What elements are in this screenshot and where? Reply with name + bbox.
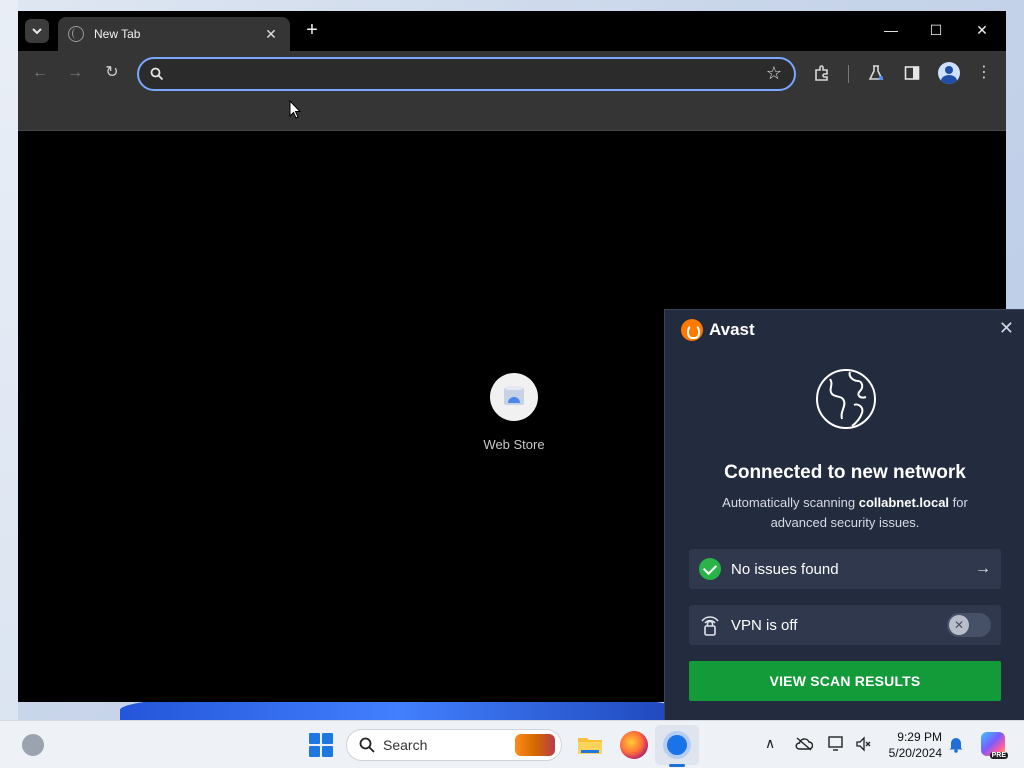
system-clock[interactable]: 9:29 PM 5/20/2024	[880, 729, 942, 761]
search-icon	[359, 737, 375, 753]
avast-popup: Avast ✕ Connected to new network Automat…	[664, 309, 1024, 720]
labs-button[interactable]	[864, 61, 888, 85]
bookmark-star-icon[interactable]: ☆	[766, 63, 782, 84]
popup-close-icon[interactable]: ✕	[999, 318, 1014, 339]
speaker-muted-icon[interactable]	[855, 736, 871, 752]
view-scan-results-button[interactable]: VIEW SCAN RESULTS	[689, 661, 1001, 701]
chrome-icon[interactable]	[663, 731, 691, 759]
back-button[interactable]: ←	[28, 61, 52, 85]
copilot-badge: PRE	[989, 752, 1008, 759]
globe-icon	[68, 26, 84, 42]
mouse-cursor-icon	[289, 100, 301, 119]
avast-logo-icon	[681, 319, 703, 341]
search-label: Search	[383, 737, 428, 753]
chevron-down-icon	[32, 28, 42, 35]
desc-prefix: Automatically scanning	[722, 495, 859, 510]
toolbar-separator	[848, 65, 849, 83]
firefox-icon[interactable]	[620, 731, 648, 759]
copilot-icon[interactable]: PRE	[981, 732, 1008, 759]
toggle-off-icon: ✕	[949, 615, 969, 635]
maximize-button[interactable]: ☐	[921, 19, 951, 41]
side-panel-icon	[904, 66, 920, 80]
bookmarks-bar	[18, 95, 1006, 131]
shortcut-label: Web Store	[483, 437, 545, 452]
vpn-toggle[interactable]: ✕	[947, 613, 991, 637]
window-close-button[interactable]: ✕	[967, 19, 997, 41]
popup-description: Automatically scanning collabnet.local f…	[705, 493, 985, 533]
vpn-label: VPN is off	[731, 616, 798, 634]
globe-icon	[816, 369, 876, 429]
status-label: No issues found	[731, 560, 839, 578]
puzzle-icon	[815, 65, 828, 81]
search-icon	[150, 67, 164, 81]
search-highlight-image	[515, 734, 555, 756]
tab-new-tab[interactable]: New Tab ✕	[58, 17, 290, 51]
no-issues-row[interactable]: No issues found →	[689, 549, 1001, 589]
extensions-button[interactable]	[810, 61, 834, 85]
vpn-row: VPN is off ✕	[689, 605, 1001, 645]
address-bar[interactable]: ☆	[137, 57, 796, 91]
web-store-icon	[490, 373, 538, 421]
active-app-indicator	[669, 764, 685, 767]
windows-start-icon[interactable]	[309, 733, 333, 757]
profile-avatar-icon[interactable]	[938, 62, 960, 84]
clock-date: 5/20/2024	[888, 746, 942, 760]
minimize-button[interactable]: —	[876, 19, 906, 41]
tab-strip: New Tab ✕ + — ☐ ✕	[18, 11, 1006, 51]
taskbar: Search ∧ 9:29 PM 5/20/2024 PRE	[0, 720, 1024, 768]
toolbar: ← → ↻ ☆ ⋮	[18, 51, 1006, 95]
shortcut-web-store[interactable]: Web Store	[464, 373, 564, 452]
notification-bell-icon[interactable]	[948, 735, 964, 753]
new-tab-button[interactable]: +	[300, 19, 324, 43]
file-explorer-icon[interactable]	[576, 731, 604, 759]
reload-button[interactable]: ↻	[100, 61, 124, 85]
popup-title: Connected to new network	[724, 462, 966, 483]
arrow-right-icon: →	[975, 560, 991, 577]
network-name: collabnet.local	[858, 495, 950, 510]
flask-icon	[868, 65, 884, 80]
clock-time: 9:29 PM	[897, 730, 942, 744]
tray-overflow-chevron-icon[interactable]: ∧	[765, 735, 775, 752]
cloud-offline-icon[interactable]	[795, 737, 813, 751]
tab-close-icon[interactable]: ✕	[262, 26, 280, 43]
tab-search-button[interactable]	[25, 19, 49, 43]
vpn-lock-icon	[701, 616, 719, 636]
avast-logo: Avast	[681, 319, 755, 341]
avast-brand: Avast	[709, 320, 755, 339]
side-panel-button[interactable]	[900, 61, 924, 85]
tab-title: New Tab	[94, 27, 141, 41]
check-circle-icon	[699, 558, 721, 580]
forward-button[interactable]: →	[63, 61, 87, 85]
taskbar-search[interactable]: Search	[346, 729, 562, 761]
desktop-edge	[0, 0, 18, 720]
widgets-icon[interactable]	[22, 734, 44, 756]
menu-button[interactable]: ⋮	[972, 61, 996, 85]
network-display-icon[interactable]	[828, 736, 846, 752]
address-input[interactable]	[175, 65, 755, 85]
